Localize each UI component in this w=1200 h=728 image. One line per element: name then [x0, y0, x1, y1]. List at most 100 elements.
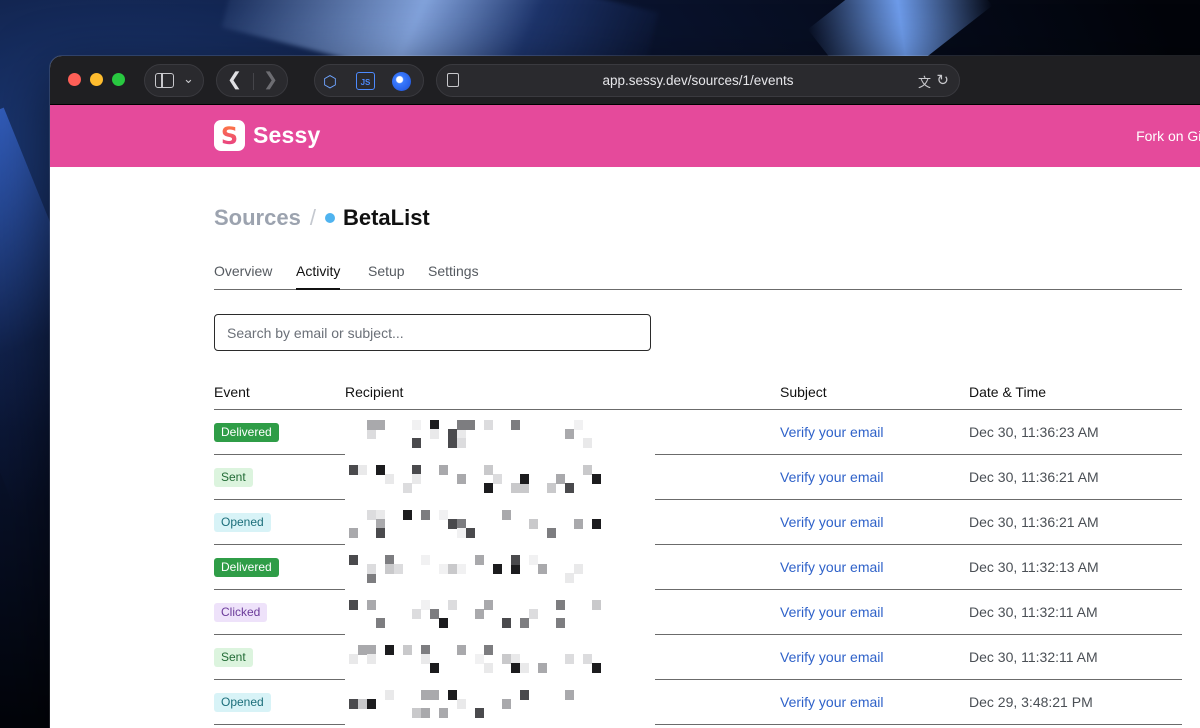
redaction-pixel [430, 663, 439, 673]
table-row[interactable]: Delivered Verify your email Dec 30, 11:3… [214, 545, 1182, 590]
redaction-pixel [484, 663, 493, 673]
redaction-pixel [457, 438, 466, 448]
browser-window: ⌄ ❮ ❯ ⬡ JS app.sessy.dev/sources/1/event… [50, 56, 1200, 728]
table-row[interactable]: Opened Verify your email Dec 30, 11:36:2… [214, 500, 1182, 545]
tab-settings[interactable]: Settings [428, 263, 479, 290]
event-badge: Opened [214, 693, 271, 712]
address-bar[interactable]: app.sessy.dev/sources/1/events 文 ↻ [436, 64, 960, 97]
redaction-pixel [358, 465, 367, 475]
redaction-pixel [367, 600, 376, 610]
back-button[interactable]: ❮ [227, 69, 242, 90]
minimize-window-button[interactable] [90, 73, 103, 86]
redaction-pixel [439, 708, 448, 718]
source-status-dot [324, 213, 335, 223]
redaction-pixel [502, 699, 511, 709]
redaction-pixel [520, 690, 529, 700]
redaction-pixel [466, 528, 475, 538]
redaction-pixel [376, 528, 385, 538]
redaction-pixel [484, 600, 493, 610]
globe-extension-icon[interactable] [392, 72, 411, 91]
redaction-pixel [529, 555, 538, 565]
subject-link[interactable]: Verify your email [780, 514, 883, 530]
redaction-pixel [565, 483, 574, 493]
redaction-pixel [421, 654, 430, 664]
extensions-bar: ⬡ JS [314, 64, 424, 97]
breadcrumb-sources-link[interactable]: Sources [214, 205, 301, 231]
redaction-pixel [583, 654, 592, 664]
sidebar-toggle-button[interactable]: ⌄ [144, 64, 204, 97]
redaction-pixel [358, 699, 367, 709]
js-extension-icon[interactable]: JS [356, 72, 375, 90]
close-window-button[interactable] [68, 73, 81, 86]
fork-on-github-link[interactable]: Fork on GitHub [1136, 128, 1200, 144]
tab-overview[interactable]: Overview [214, 263, 272, 290]
tab-setup[interactable]: Setup [368, 263, 405, 290]
redaction-pixel [439, 465, 448, 475]
redaction-pixel [592, 600, 601, 610]
redaction-pixel [403, 510, 412, 520]
redaction-pixel [385, 690, 394, 700]
brand-name[interactable]: Sessy [253, 122, 321, 149]
redaction-pixel [511, 483, 520, 493]
redaction-pixel [439, 564, 448, 574]
redaction-pixel [484, 465, 493, 475]
redaction-pixel [448, 690, 457, 700]
redaction-pixel [349, 600, 358, 610]
redaction-pixel [376, 420, 385, 430]
table-row[interactable]: Sent Verify your email Dec 30, 11:32:11 … [214, 635, 1182, 680]
event-badge: Delivered [214, 423, 279, 442]
zoom-window-button[interactable] [112, 73, 125, 86]
redaction-pixel [511, 663, 520, 673]
sidebar-icon [155, 73, 174, 88]
breadcrumb-separator: / [309, 205, 316, 230]
reload-icon[interactable]: ↻ [936, 71, 949, 89]
subject-link[interactable]: Verify your email [780, 694, 883, 710]
redaction-pixel [439, 618, 448, 628]
redaction-pixel [367, 510, 376, 520]
redaction-pixel [475, 555, 484, 565]
redaction-pixel [502, 618, 511, 628]
app-header: S Sessy Fork on GitHub [50, 105, 1200, 167]
redaction-pixel [412, 708, 421, 718]
redaction-pixel [592, 519, 601, 529]
redaction-pixel [457, 528, 466, 538]
redaction-pixel [574, 564, 583, 574]
subject-link[interactable]: Verify your email [780, 604, 883, 620]
redaction-pixel [538, 564, 547, 574]
redaction-pixel [475, 654, 484, 664]
redaction-pixel [475, 708, 484, 718]
column-header-subject: Subject [780, 384, 827, 400]
column-header-event: Event [214, 384, 250, 400]
recipient-redacted [345, 500, 655, 545]
column-header-datetime: Date & Time [969, 384, 1047, 400]
event-datetime: Dec 30, 11:32:13 AM [969, 559, 1099, 575]
recipient-redacted [345, 680, 655, 725]
redaction-pixel [592, 663, 601, 673]
tab-activity[interactable]: Activity [296, 263, 341, 290]
subject-link[interactable]: Verify your email [780, 649, 883, 665]
table-row[interactable]: Sent Verify your email Dec 30, 11:36:21 … [214, 455, 1182, 500]
subject-link[interactable]: Verify your email [780, 424, 883, 440]
cube-extension-icon[interactable]: ⬡ [323, 72, 341, 91]
recipient-redacted [345, 410, 655, 455]
translate-icon[interactable]: 文 [918, 72, 931, 91]
event-badge: Sent [214, 468, 253, 487]
redaction-pixel [502, 654, 511, 664]
redaction-pixel [430, 429, 439, 439]
search-input[interactable] [214, 314, 651, 351]
sessy-logo[interactable]: S [214, 120, 245, 151]
table-row[interactable]: Delivered Verify your email Dec 30, 11:3… [214, 410, 1182, 455]
forward-button[interactable]: ❯ [263, 69, 278, 90]
table-row[interactable]: Opened Verify your email Dec 29, 3:48:21… [214, 680, 1182, 725]
event-badge: Delivered [214, 558, 279, 577]
table-row[interactable]: Clicked Verify your email Dec 30, 11:32:… [214, 590, 1182, 635]
redaction-pixel [520, 483, 529, 493]
events-table: Event Recipient Subject Date & Time Deli… [214, 375, 1182, 725]
event-datetime: Dec 30, 11:36:21 AM [969, 514, 1099, 530]
redaction-pixel [457, 645, 466, 655]
subject-link[interactable]: Verify your email [780, 559, 883, 575]
url-text[interactable]: app.sessy.dev/sources/1/events [437, 73, 959, 88]
redaction-pixel [565, 690, 574, 700]
subject-link[interactable]: Verify your email [780, 469, 883, 485]
redaction-pixel [529, 519, 538, 529]
